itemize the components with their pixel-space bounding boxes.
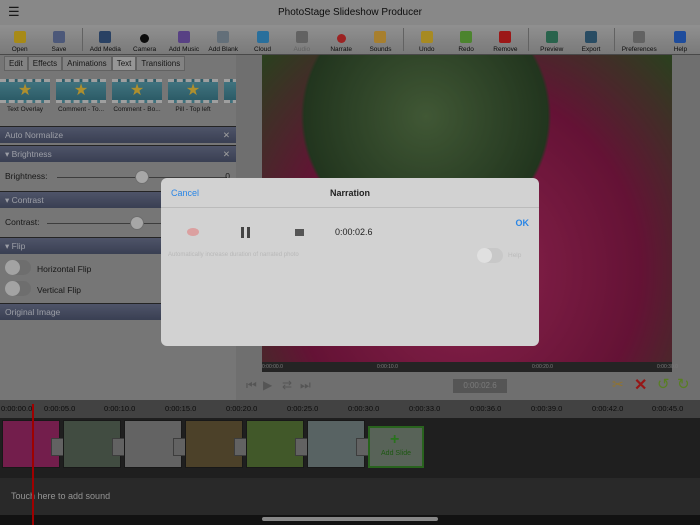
auto-increase-label: Automatically increase duration of narra…	[168, 252, 299, 258]
narration-time: 0:00:02.6	[335, 227, 373, 237]
record-icon[interactable]	[187, 228, 199, 236]
narration-dialog: Cancel Narration OK 0:00:02.6 Automatica…	[161, 178, 539, 346]
pause-icon[interactable]	[241, 227, 244, 238]
auto-increase-toggle[interactable]	[477, 248, 503, 263]
cancel-button[interactable]: Cancel	[171, 178, 199, 208]
dialog-title: Narration	[329, 188, 370, 198]
help-link[interactable]: Help	[508, 252, 521, 259]
stop-icon[interactable]	[295, 229, 304, 236]
dialog-header: Cancel Narration OK	[161, 178, 539, 228]
ok-button[interactable]: OK	[516, 208, 530, 238]
